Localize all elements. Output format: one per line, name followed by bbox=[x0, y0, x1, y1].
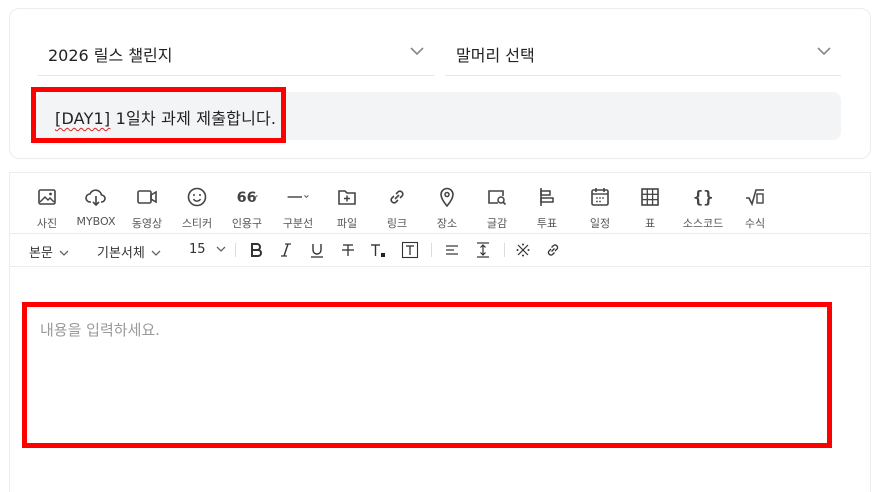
toolbar-mybox[interactable]: MYBOX bbox=[71, 183, 121, 228]
font-family-select[interactable]: 기본서체 bbox=[97, 242, 161, 261]
video-icon bbox=[137, 190, 157, 204]
strikethrough-icon[interactable] bbox=[339, 241, 357, 259]
formula-icon bbox=[746, 189, 764, 207]
toolbar-video[interactable]: 동영상 bbox=[122, 183, 172, 230]
svg-text:66: 66 bbox=[237, 190, 257, 206]
toolbar-location[interactable]: 장소 bbox=[422, 183, 472, 230]
paragraph-style-select[interactable]: 본문 bbox=[29, 242, 69, 261]
underline-icon[interactable] bbox=[308, 241, 326, 259]
chevron-down-icon bbox=[59, 250, 69, 256]
toolbar-divider[interactable]: 구분선 bbox=[273, 183, 323, 230]
insert-toolbar: 사진 MYBOX 동영상 스티커 66 인용구 구분선 파일 링크 장소 글감 … bbox=[10, 173, 870, 234]
toolbar-sourcecode[interactable]: {} 소스코드 bbox=[678, 183, 728, 230]
font-size-select[interactable]: 15 bbox=[189, 242, 226, 257]
link-icon bbox=[390, 190, 404, 204]
italic-icon[interactable] bbox=[277, 241, 295, 259]
search-post-icon bbox=[488, 190, 507, 206]
line-height-icon[interactable] bbox=[474, 241, 492, 259]
svg-text:{}: {} bbox=[693, 188, 713, 208]
toolbar-link[interactable]: 링크 bbox=[372, 183, 422, 230]
body-highlight-box bbox=[22, 302, 832, 448]
prefix-select-value: 말머리 선택 bbox=[456, 46, 535, 65]
prefix-select[interactable]: 말머리 선택 bbox=[445, 8, 841, 76]
quote-icon: 66 bbox=[237, 190, 258, 206]
toolbar-schedule[interactable]: 일정 bbox=[575, 183, 625, 230]
table-icon bbox=[641, 188, 659, 206]
format-toolbar: 본문 기본서체 15 bbox=[10, 234, 870, 267]
toolbar-quote[interactable]: 66 인용구 bbox=[222, 183, 272, 230]
text-color-icon[interactable] bbox=[369, 241, 387, 259]
location-icon bbox=[440, 187, 454, 208]
link-icon[interactable] bbox=[544, 241, 562, 259]
divider bbox=[235, 243, 236, 257]
title-highlight-box bbox=[31, 87, 286, 143]
toolbar-formula[interactable]: 수식 bbox=[730, 183, 780, 230]
divider bbox=[431, 243, 432, 257]
code-icon: {} bbox=[693, 188, 713, 208]
cloud-icon bbox=[85, 189, 106, 207]
chevron-down-icon bbox=[817, 47, 831, 56]
divider bbox=[504, 243, 505, 257]
special-char-icon[interactable] bbox=[514, 241, 532, 259]
chevron-down-icon bbox=[410, 47, 424, 56]
toolbar-file[interactable]: 파일 bbox=[322, 183, 372, 230]
toolbar-table[interactable]: 표 bbox=[625, 183, 675, 230]
file-icon bbox=[338, 190, 356, 205]
chevron-down-icon bbox=[216, 246, 226, 252]
text-background-icon[interactable] bbox=[401, 241, 419, 259]
toolbar-vote[interactable]: 투표 bbox=[522, 183, 572, 230]
divider-icon bbox=[287, 195, 309, 199]
smiley-icon bbox=[187, 187, 207, 207]
photo-icon bbox=[38, 189, 56, 205]
challenge-select[interactable]: 2026 릴스 챌린지 bbox=[38, 8, 434, 76]
calendar-icon bbox=[591, 188, 609, 206]
align-icon[interactable] bbox=[443, 241, 461, 259]
toolbar-sticker[interactable]: 스티커 bbox=[172, 183, 222, 230]
bold-icon[interactable] bbox=[247, 241, 265, 259]
challenge-select-value: 2026 릴스 챌린지 bbox=[48, 46, 173, 65]
chevron-down-icon bbox=[151, 250, 161, 256]
toolbar-material[interactable]: 글감 bbox=[472, 183, 522, 230]
toolbar-photo[interactable]: 사진 bbox=[22, 183, 72, 230]
vote-icon bbox=[540, 188, 554, 206]
